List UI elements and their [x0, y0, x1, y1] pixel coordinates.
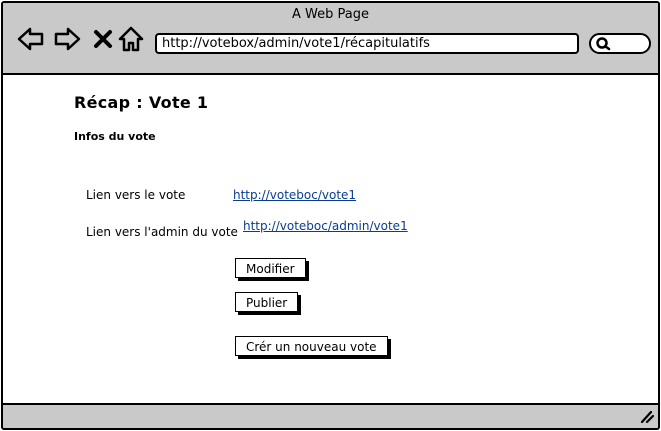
- vote-link-label: Lien vers le vote: [86, 188, 186, 202]
- forward-arrow-icon[interactable]: [53, 25, 81, 53]
- close-x-icon[interactable]: [89, 25, 117, 53]
- publish-button[interactable]: Publier: [235, 292, 299, 312]
- home-icon[interactable]: [117, 25, 145, 53]
- admin-link-label: Lien vers l'admin du vote: [86, 225, 238, 239]
- resize-grip-icon[interactable]: [638, 408, 655, 427]
- vote-link[interactable]: http://voteboc/vote1: [233, 188, 356, 202]
- search-box[interactable]: [589, 33, 651, 54]
- browser-window: A Web Page http://votebox/admin/vote1/ré…: [1, 1, 660, 430]
- status-bar: [3, 403, 658, 428]
- search-icon: [595, 36, 611, 56]
- window-title: A Web Page: [292, 7, 369, 22]
- admin-link[interactable]: http://voteboc/admin/vote1: [243, 219, 408, 233]
- modify-button[interactable]: Modifier: [235, 258, 306, 278]
- browser-titlebar: A Web Page http://votebox/admin/vote1/ré…: [3, 3, 658, 75]
- address-bar[interactable]: http://votebox/admin/vote1/récapitulatif…: [155, 33, 579, 54]
- section-title: Infos du vote: [74, 130, 156, 143]
- create-new-vote-button[interactable]: Crér un nouveau vote: [235, 336, 388, 356]
- page-title: Récap : Vote 1: [74, 93, 209, 112]
- back-arrow-icon[interactable]: [17, 25, 45, 53]
- page-content: Récap : Vote 1 Infos du vote Lien vers l…: [3, 75, 658, 403]
